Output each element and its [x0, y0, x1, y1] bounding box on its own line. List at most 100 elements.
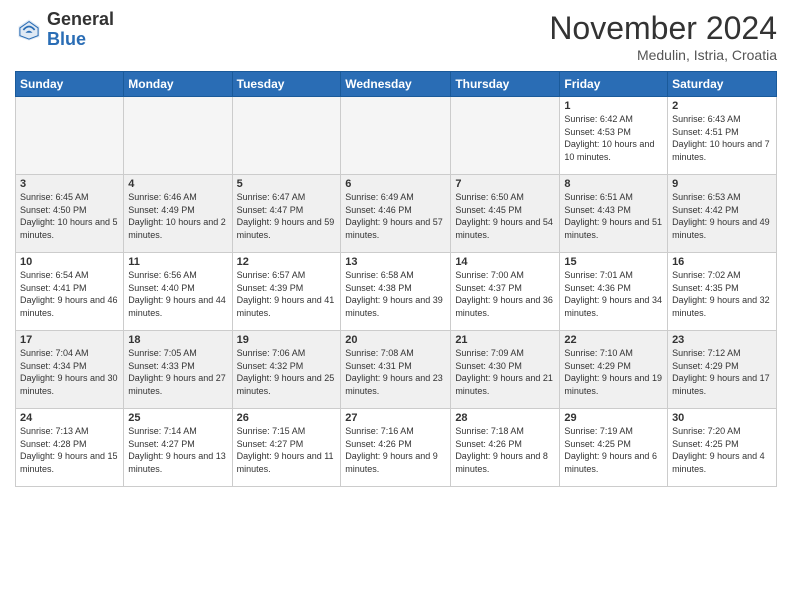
col-tuesday: Tuesday — [232, 72, 341, 97]
day-info: Sunrise: 7:15 AM Sunset: 4:27 PM Dayligh… — [237, 425, 337, 475]
calendar-cell: 23Sunrise: 7:12 AM Sunset: 4:29 PM Dayli… — [668, 331, 777, 409]
day-info: Sunrise: 7:12 AM Sunset: 4:29 PM Dayligh… — [672, 347, 772, 397]
day-number: 22 — [564, 334, 663, 346]
calendar-cell: 4Sunrise: 6:46 AM Sunset: 4:49 PM Daylig… — [124, 175, 232, 253]
title-block: November 2024 Medulin, Istria, Croatia — [549, 10, 777, 63]
calendar-cell: 11Sunrise: 6:56 AM Sunset: 4:40 PM Dayli… — [124, 253, 232, 331]
day-number: 12 — [237, 256, 337, 268]
calendar-table: Sunday Monday Tuesday Wednesday Thursday… — [15, 71, 777, 487]
day-number: 16 — [672, 256, 772, 268]
day-info: Sunrise: 6:57 AM Sunset: 4:39 PM Dayligh… — [237, 269, 337, 319]
calendar-cell: 24Sunrise: 7:13 AM Sunset: 4:28 PM Dayli… — [16, 409, 124, 487]
calendar-cell: 18Sunrise: 7:05 AM Sunset: 4:33 PM Dayli… — [124, 331, 232, 409]
calendar-cell: 15Sunrise: 7:01 AM Sunset: 4:36 PM Dayli… — [560, 253, 668, 331]
calendar-cell: 26Sunrise: 7:15 AM Sunset: 4:27 PM Dayli… — [232, 409, 341, 487]
calendar-cell: 5Sunrise: 6:47 AM Sunset: 4:47 PM Daylig… — [232, 175, 341, 253]
day-info: Sunrise: 7:06 AM Sunset: 4:32 PM Dayligh… — [237, 347, 337, 397]
day-info: Sunrise: 7:04 AM Sunset: 4:34 PM Dayligh… — [20, 347, 119, 397]
day-number: 21 — [455, 334, 555, 346]
day-info: Sunrise: 7:10 AM Sunset: 4:29 PM Dayligh… — [564, 347, 663, 397]
day-info: Sunrise: 6:54 AM Sunset: 4:41 PM Dayligh… — [20, 269, 119, 319]
day-number: 3 — [20, 178, 119, 190]
day-number: 2 — [672, 100, 772, 112]
calendar-cell: 9Sunrise: 6:53 AM Sunset: 4:42 PM Daylig… — [668, 175, 777, 253]
calendar-cell: 13Sunrise: 6:58 AM Sunset: 4:38 PM Dayli… — [341, 253, 451, 331]
location: Medulin, Istria, Croatia — [549, 47, 777, 63]
day-number: 9 — [672, 178, 772, 190]
calendar-cell: 1Sunrise: 6:42 AM Sunset: 4:53 PM Daylig… — [560, 97, 668, 175]
calendar-week-4: 24Sunrise: 7:13 AM Sunset: 4:28 PM Dayli… — [16, 409, 777, 487]
day-info: Sunrise: 7:20 AM Sunset: 4:25 PM Dayligh… — [672, 425, 772, 475]
calendar-cell: 12Sunrise: 6:57 AM Sunset: 4:39 PM Dayli… — [232, 253, 341, 331]
day-number: 15 — [564, 256, 663, 268]
calendar-cell: 2Sunrise: 6:43 AM Sunset: 4:51 PM Daylig… — [668, 97, 777, 175]
col-monday: Monday — [124, 72, 232, 97]
day-number: 10 — [20, 256, 119, 268]
logo-icon — [15, 16, 43, 44]
day-number: 14 — [455, 256, 555, 268]
day-info: Sunrise: 7:02 AM Sunset: 4:35 PM Dayligh… — [672, 269, 772, 319]
day-number: 24 — [20, 412, 119, 424]
calendar-cell: 17Sunrise: 7:04 AM Sunset: 4:34 PM Dayli… — [16, 331, 124, 409]
calendar-cell: 27Sunrise: 7:16 AM Sunset: 4:26 PM Dayli… — [341, 409, 451, 487]
calendar-cell: 10Sunrise: 6:54 AM Sunset: 4:41 PM Dayli… — [16, 253, 124, 331]
calendar-week-0: 1Sunrise: 6:42 AM Sunset: 4:53 PM Daylig… — [16, 97, 777, 175]
calendar-cell: 8Sunrise: 6:51 AM Sunset: 4:43 PM Daylig… — [560, 175, 668, 253]
logo: General Blue — [15, 10, 114, 50]
day-number: 5 — [237, 178, 337, 190]
day-info: Sunrise: 6:47 AM Sunset: 4:47 PM Dayligh… — [237, 191, 337, 241]
day-info: Sunrise: 6:51 AM Sunset: 4:43 PM Dayligh… — [564, 191, 663, 241]
day-info: Sunrise: 7:08 AM Sunset: 4:31 PM Dayligh… — [345, 347, 446, 397]
day-info: Sunrise: 6:56 AM Sunset: 4:40 PM Dayligh… — [128, 269, 227, 319]
day-info: Sunrise: 6:45 AM Sunset: 4:50 PM Dayligh… — [20, 191, 119, 241]
month-title: November 2024 — [549, 10, 777, 47]
calendar-cell: 28Sunrise: 7:18 AM Sunset: 4:26 PM Dayli… — [451, 409, 560, 487]
logo-text: General Blue — [47, 10, 114, 50]
calendar-cell: 3Sunrise: 6:45 AM Sunset: 4:50 PM Daylig… — [16, 175, 124, 253]
day-info: Sunrise: 7:00 AM Sunset: 4:37 PM Dayligh… — [455, 269, 555, 319]
day-info: Sunrise: 7:18 AM Sunset: 4:26 PM Dayligh… — [455, 425, 555, 475]
day-info: Sunrise: 7:16 AM Sunset: 4:26 PM Dayligh… — [345, 425, 446, 475]
calendar-cell — [124, 97, 232, 175]
calendar-cell: 16Sunrise: 7:02 AM Sunset: 4:35 PM Dayli… — [668, 253, 777, 331]
col-wednesday: Wednesday — [341, 72, 451, 97]
calendar-cell — [232, 97, 341, 175]
calendar-week-2: 10Sunrise: 6:54 AM Sunset: 4:41 PM Dayli… — [16, 253, 777, 331]
calendar-cell: 14Sunrise: 7:00 AM Sunset: 4:37 PM Dayli… — [451, 253, 560, 331]
day-info: Sunrise: 7:13 AM Sunset: 4:28 PM Dayligh… — [20, 425, 119, 475]
day-number: 11 — [128, 256, 227, 268]
col-sunday: Sunday — [16, 72, 124, 97]
day-number: 1 — [564, 100, 663, 112]
calendar-week-1: 3Sunrise: 6:45 AM Sunset: 4:50 PM Daylig… — [16, 175, 777, 253]
day-number: 23 — [672, 334, 772, 346]
calendar-cell: 22Sunrise: 7:10 AM Sunset: 4:29 PM Dayli… — [560, 331, 668, 409]
day-number: 26 — [237, 412, 337, 424]
day-info: Sunrise: 6:53 AM Sunset: 4:42 PM Dayligh… — [672, 191, 772, 241]
day-number: 29 — [564, 412, 663, 424]
col-friday: Friday — [560, 72, 668, 97]
day-info: Sunrise: 6:46 AM Sunset: 4:49 PM Dayligh… — [128, 191, 227, 241]
calendar-cell — [16, 97, 124, 175]
day-number: 27 — [345, 412, 446, 424]
calendar-cell: 29Sunrise: 7:19 AM Sunset: 4:25 PM Dayli… — [560, 409, 668, 487]
day-number: 7 — [455, 178, 555, 190]
calendar-cell: 21Sunrise: 7:09 AM Sunset: 4:30 PM Dayli… — [451, 331, 560, 409]
page-header: General Blue November 2024 Medulin, Istr… — [15, 10, 777, 63]
day-number: 20 — [345, 334, 446, 346]
day-number: 19 — [237, 334, 337, 346]
day-number: 4 — [128, 178, 227, 190]
day-info: Sunrise: 7:01 AM Sunset: 4:36 PM Dayligh… — [564, 269, 663, 319]
day-number: 13 — [345, 256, 446, 268]
calendar-week-3: 17Sunrise: 7:04 AM Sunset: 4:34 PM Dayli… — [16, 331, 777, 409]
calendar-cell — [341, 97, 451, 175]
logo-blue: Blue — [47, 29, 86, 49]
col-saturday: Saturday — [668, 72, 777, 97]
day-info: Sunrise: 6:50 AM Sunset: 4:45 PM Dayligh… — [455, 191, 555, 241]
day-number: 17 — [20, 334, 119, 346]
page-container: General Blue November 2024 Medulin, Istr… — [0, 0, 792, 492]
day-info: Sunrise: 6:42 AM Sunset: 4:53 PM Dayligh… — [564, 113, 663, 163]
calendar-cell: 25Sunrise: 7:14 AM Sunset: 4:27 PM Dayli… — [124, 409, 232, 487]
calendar-cell: 19Sunrise: 7:06 AM Sunset: 4:32 PM Dayli… — [232, 331, 341, 409]
day-info: Sunrise: 7:05 AM Sunset: 4:33 PM Dayligh… — [128, 347, 227, 397]
day-number: 25 — [128, 412, 227, 424]
